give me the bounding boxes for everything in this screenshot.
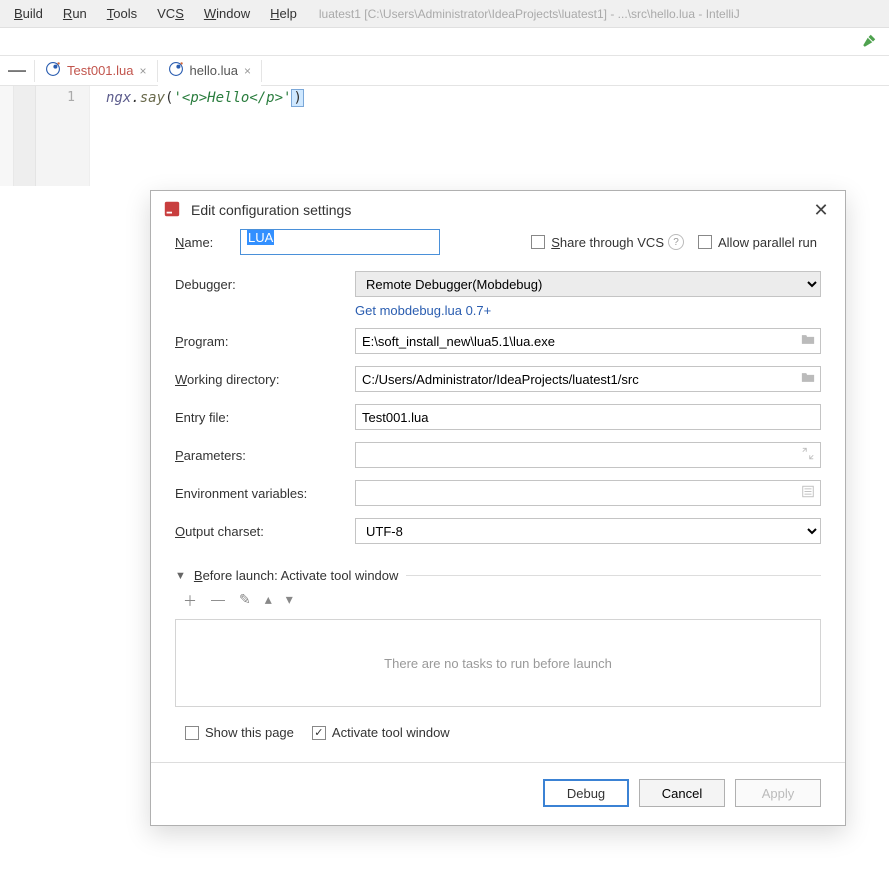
- name-label: Name:: [175, 235, 240, 250]
- folder-browse-icon[interactable]: [801, 333, 815, 350]
- list-edit-icon[interactable]: [801, 485, 815, 502]
- build-hammer-icon[interactable]: [861, 31, 879, 52]
- edit-task-icon[interactable]: ✎: [239, 591, 251, 611]
- tab-hello[interactable]: hello.lua ×: [158, 56, 261, 86]
- share-vcs-checkbox[interactable]: Share through VCS: [531, 235, 668, 250]
- folder-browse-icon[interactable]: [801, 371, 815, 388]
- charset-select[interactable]: UTF-8: [355, 518, 821, 544]
- program-input[interactable]: [355, 328, 821, 354]
- editor-tabs: — Test001.lua × hello.lua ×: [0, 56, 889, 86]
- before-launch-label: Before launch: Activate tool window: [194, 568, 399, 583]
- window-title-path: luatest1 [C:\Users\Administrator\IdeaPro…: [319, 7, 740, 21]
- collapse-panel-icon[interactable]: —: [0, 60, 34, 81]
- intellij-icon: [163, 200, 181, 221]
- tab-test001[interactable]: Test001.lua ×: [35, 56, 157, 86]
- close-icon[interactable]: ✕: [809, 200, 833, 221]
- menu-build[interactable]: Build: [4, 3, 53, 24]
- menu-window[interactable]: Window: [194, 3, 260, 24]
- code-editor[interactable]: 1 ngx.say('<p>Hello</p>'): [0, 86, 889, 186]
- entry-file-label: Entry file:: [175, 410, 355, 425]
- remove-task-icon[interactable]: —: [211, 591, 225, 611]
- tab-close-icon[interactable]: ×: [140, 64, 147, 78]
- activate-tool-window-checkbox[interactable]: ✓Activate tool window: [312, 725, 450, 740]
- gutter-margin: [14, 86, 36, 186]
- lua-file-icon: [45, 61, 61, 80]
- working-dir-input[interactable]: [355, 366, 821, 392]
- tasks-list-empty: There are no tasks to run before launch: [175, 619, 821, 707]
- tab-label: hello.lua: [190, 63, 238, 78]
- help-icon[interactable]: ?: [668, 234, 684, 250]
- lua-file-icon: [168, 61, 184, 80]
- chevron-down-icon[interactable]: ▼: [175, 570, 186, 582]
- project-sidebar-strip[interactable]: [0, 86, 14, 186]
- env-vars-label: Environment variables:: [175, 486, 355, 501]
- menu-bar: Build Run Tools VCS Window Help luatest1…: [0, 0, 889, 28]
- cancel-button[interactable]: Cancel: [639, 779, 725, 807]
- menu-run[interactable]: Run: [53, 3, 97, 24]
- line-number-gutter: 1: [36, 86, 90, 186]
- move-up-icon[interactable]: ▴: [265, 591, 272, 611]
- show-this-page-checkbox[interactable]: Show this page: [185, 725, 294, 740]
- add-task-icon[interactable]: ＋: [183, 591, 197, 611]
- debugger-select[interactable]: Remote Debugger(Mobdebug): [355, 271, 821, 297]
- menu-help[interactable]: Help: [260, 3, 307, 24]
- caret-position: ): [291, 89, 303, 107]
- entry-file-input[interactable]: [355, 404, 821, 430]
- edit-configuration-dialog: Edit configuration settings ✕ Name: LUA …: [150, 190, 846, 826]
- code-line[interactable]: ngx.say('<p>Hello</p>'): [90, 86, 889, 186]
- working-dir-label: Working directory:: [175, 372, 355, 387]
- menu-vcs[interactable]: VCS: [147, 3, 194, 24]
- parameters-label: Parameters:: [175, 448, 355, 463]
- debug-button[interactable]: Debug: [543, 779, 629, 807]
- toolbar: [0, 28, 889, 56]
- parameters-input[interactable]: [355, 442, 821, 468]
- env-vars-input[interactable]: [355, 480, 821, 506]
- dialog-titlebar: Edit configuration settings ✕: [151, 191, 845, 229]
- program-label: Program:: [175, 334, 355, 349]
- tab-close-icon[interactable]: ×: [244, 64, 251, 78]
- debugger-label: Debugger:: [175, 277, 355, 292]
- menu-tools[interactable]: Tools: [97, 3, 147, 24]
- tab-label: Test001.lua: [67, 63, 134, 78]
- name-input[interactable]: LUA: [240, 229, 440, 255]
- mobdebug-link[interactable]: Get mobdebug.lua 0.7+: [355, 303, 491, 318]
- move-down-icon[interactable]: ▾: [286, 591, 293, 611]
- apply-button: Apply: [735, 779, 821, 807]
- task-toolbar: ＋ — ✎ ▴ ▾: [175, 591, 821, 611]
- output-charset-label: Output charset:: [175, 524, 355, 539]
- expand-icon[interactable]: [801, 447, 815, 464]
- dialog-title: Edit configuration settings: [191, 202, 351, 218]
- allow-parallel-checkbox[interactable]: Allow parallel run: [698, 235, 821, 250]
